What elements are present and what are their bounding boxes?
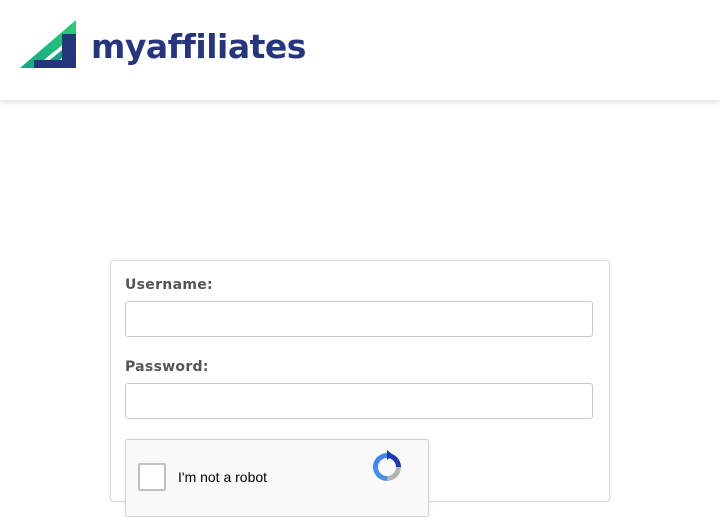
password-label: Password: [125,359,209,375]
recaptcha-label: I'm not a robot [178,469,268,485]
username-input[interactable] [125,301,593,337]
recaptcha-widget: I'm not a robot [125,439,429,517]
recaptcha-checkbox[interactable] [138,463,166,491]
site-header: myaffiliates [0,0,720,100]
password-input[interactable] [125,383,593,419]
brand-logo[interactable]: myaffiliates [20,20,306,68]
brand-name: myaffiliates [91,26,306,66]
recaptcha-icon [373,450,401,481]
login-panel: Username: Password: I'm not a robot [110,260,610,517]
logo-triangle-icon [20,20,76,68]
username-label: Username: [125,277,213,293]
